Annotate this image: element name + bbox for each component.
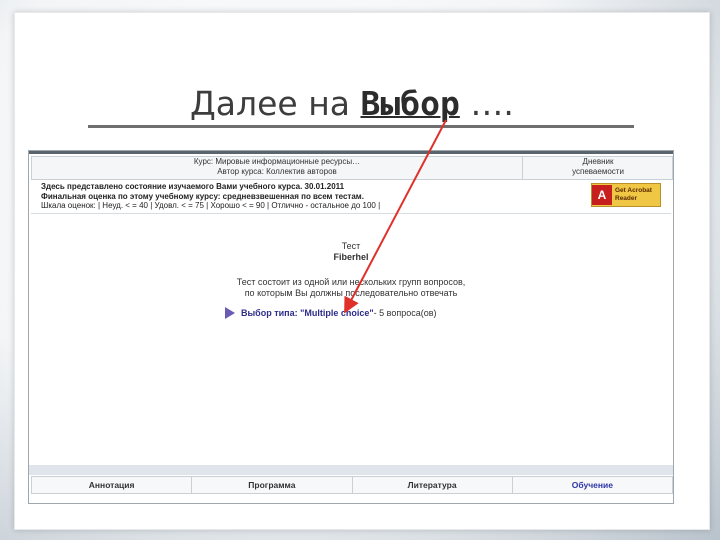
acrobat-icon: A [592, 185, 612, 205]
course-status: Здесь представлено состояние изучаемого … [31, 179, 671, 214]
bottom-strip [29, 465, 673, 475]
diary-link[interactable]: Дневник успеваемости [524, 157, 672, 179]
slide-title: Далее на Выбор …. [190, 84, 650, 128]
get-acrobat-reader-button[interactable]: A Get Acrobat Reader [591, 183, 661, 207]
course-header: Курс: Мировые информационные ресурсы… Ав… [31, 156, 673, 180]
question-group-row: Выбор типа: "Multiple choice" - 5 вопрос… [225, 306, 437, 320]
status-text: Здесь представлено состояние изучаемого … [41, 182, 581, 211]
diary-label-2: успеваемости [572, 167, 624, 176]
test-description: Тест состоит из одной или нескольких гру… [29, 277, 673, 299]
test-name: Fiberhel [333, 252, 369, 262]
course-info: Курс: Мировые информационные ресурсы… Ав… [32, 157, 523, 179]
bottom-navigation: Аннотация Программа Литература Обучение [31, 476, 673, 494]
acrobat-line-1: Get Acrobat [615, 187, 652, 194]
slide-title-ellipsis: …. [459, 84, 514, 123]
play-arrow-icon [225, 307, 235, 319]
diary-label-1: Дневник [582, 157, 614, 166]
status-line-1: Здесь представлено состояние изучаемого … [41, 182, 345, 191]
nav-literature[interactable]: Литература [353, 477, 513, 493]
slide-title-text: Далее на [190, 84, 361, 123]
test-label: Тест [341, 241, 361, 251]
question-group-count: - 5 вопроса(ов) [373, 308, 437, 318]
course-author: Автор курса: Коллектив авторов [217, 167, 337, 176]
status-line-3: Шкала оценок: | Неуд. < = 40 | Удовл. < … [41, 201, 381, 210]
slide-title-link: Выбор [360, 84, 460, 123]
nav-program[interactable]: Программа [192, 477, 353, 493]
acrobat-label: Get Acrobat Reader [612, 187, 652, 203]
nav-learning[interactable]: Обучение [513, 477, 672, 493]
acrobat-line-2: Reader [615, 195, 638, 202]
test-description-line-2: по которым Вы должны последовательно отв… [244, 288, 458, 298]
nav-annotation[interactable]: Аннотация [32, 477, 193, 493]
embedded-screenshot: Курс: Мировые информационные ресурсы… Ав… [28, 150, 674, 504]
status-line-2: Финальная оценка по этому учебному курсу… [41, 191, 364, 201]
course-title: Курс: Мировые информационные ресурсы… [193, 157, 361, 166]
test-description-line-1: Тест состоит из одной или нескольких гру… [236, 277, 466, 287]
title-underline-rule [88, 125, 634, 128]
test-intro: Тест Fiberhel Тест состоит из одной или … [29, 241, 673, 299]
question-group-link[interactable]: Выбор типа: "Multiple choice" [241, 308, 374, 318]
top-strip [29, 151, 673, 154]
